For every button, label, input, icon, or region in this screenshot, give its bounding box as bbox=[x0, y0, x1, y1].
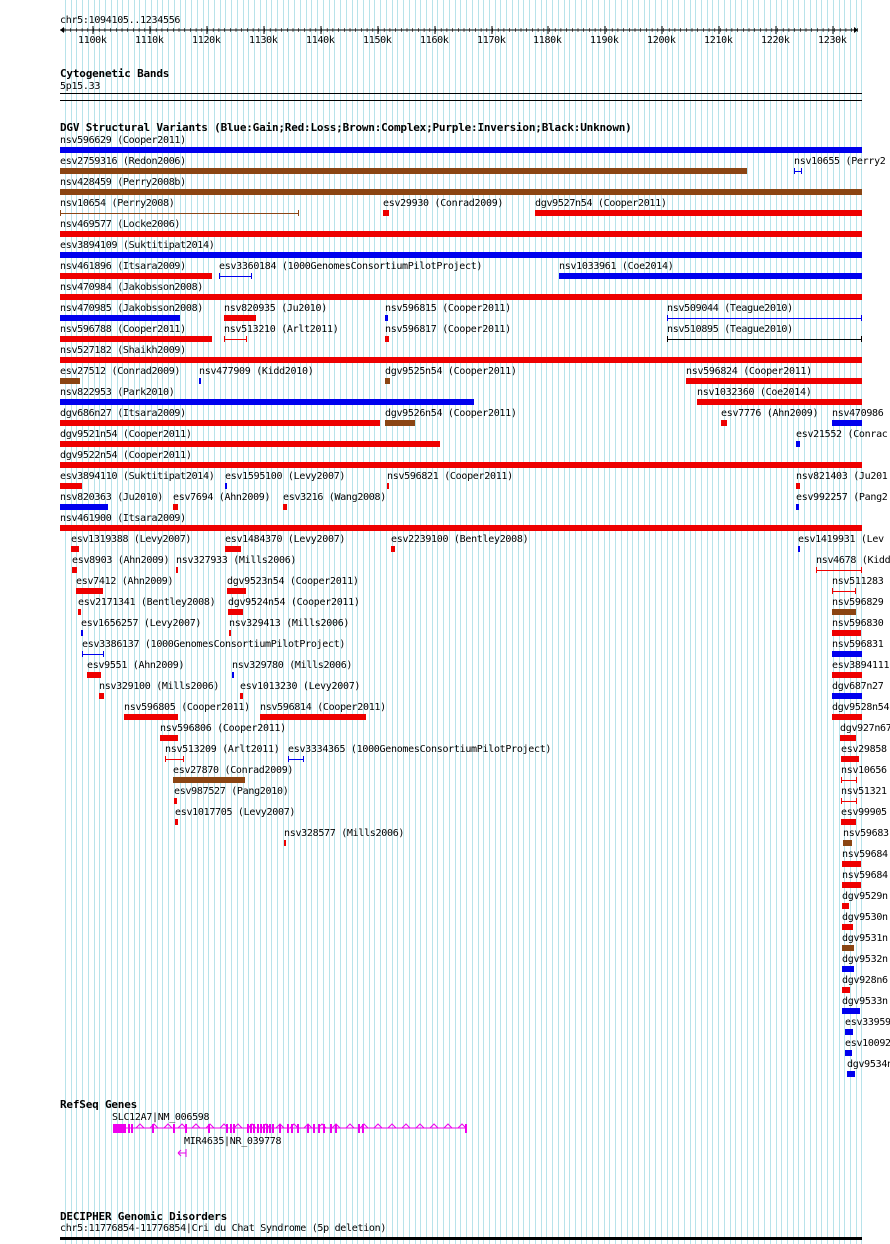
genome-browser-view: { "location":"chr5:1094105..1234556", "r… bbox=[0, 0, 890, 1244]
intron-chevron bbox=[401, 1123, 411, 1129]
intron-chevron bbox=[345, 1123, 355, 1129]
intron-chevron bbox=[415, 1123, 425, 1129]
exon bbox=[313, 1124, 315, 1133]
intron-chevron bbox=[387, 1123, 397, 1129]
intron-chevron bbox=[177, 1123, 187, 1129]
exon bbox=[257, 1124, 259, 1133]
exon bbox=[233, 1124, 235, 1133]
exon bbox=[260, 1124, 262, 1133]
intron-chevron bbox=[373, 1123, 383, 1129]
exon bbox=[173, 1124, 175, 1133]
exon bbox=[287, 1124, 289, 1133]
exon bbox=[247, 1124, 249, 1133]
exon bbox=[185, 1124, 187, 1133]
exon bbox=[358, 1124, 360, 1133]
exon bbox=[226, 1124, 228, 1133]
exon bbox=[318, 1124, 320, 1133]
intron-chevron bbox=[163, 1123, 173, 1129]
exon bbox=[128, 1124, 130, 1133]
decipher-track-title: DECIPHER Genomic Disorders bbox=[60, 1210, 227, 1223]
exon bbox=[269, 1124, 271, 1133]
gene-model-mir4635[interactable] bbox=[177, 1149, 187, 1157]
exon bbox=[272, 1124, 274, 1133]
intron-chevron bbox=[191, 1123, 201, 1129]
exon bbox=[131, 1124, 133, 1133]
gene-model-slc12a7[interactable] bbox=[113, 1123, 467, 1133]
intron-chevron bbox=[135, 1123, 145, 1129]
exon bbox=[330, 1124, 332, 1133]
intron-chevron bbox=[443, 1123, 453, 1129]
decipher-item-label[interactable]: chr5:11776854-11776854|Cri du Chat Syndr… bbox=[60, 1223, 386, 1234]
intron-chevron bbox=[233, 1123, 243, 1129]
refseq-gene-models bbox=[113, 1123, 467, 1157]
decipher-item-bar[interactable] bbox=[60, 1237, 862, 1240]
intron-chevron bbox=[429, 1123, 439, 1129]
exon bbox=[297, 1124, 299, 1133]
exon bbox=[230, 1124, 232, 1133]
intron-chevron bbox=[457, 1123, 467, 1129]
